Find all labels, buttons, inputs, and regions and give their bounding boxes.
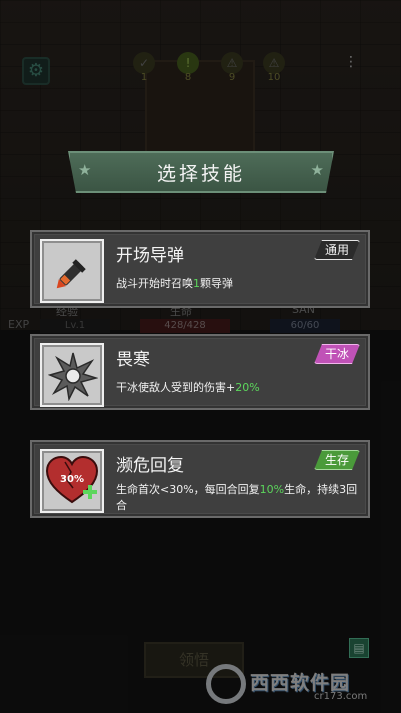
skill-card-recovery[interactable]: 30% 濒危回复 生存 生命首次<30%，每回合回复10%生命，持续3回合 bbox=[30, 440, 370, 518]
heart-badge: 30% bbox=[60, 474, 84, 485]
skill-name: 畏寒 bbox=[116, 350, 150, 370]
skill-name: 开场导弹 bbox=[116, 246, 184, 266]
skill-description: 战斗开始时召唤1颗导弹 bbox=[116, 277, 233, 290]
spiked-ice-icon bbox=[40, 343, 104, 407]
skill-description: 生命首次<30%，每回合回复10%生命，持续3回合 bbox=[116, 483, 358, 512]
skill-tag: 通用 bbox=[314, 240, 360, 260]
skill-card-cold[interactable]: 畏寒 干冰 干冰使敌人受到的伤害+20% bbox=[30, 334, 370, 410]
modal-title: 选择技能 bbox=[156, 163, 245, 185]
skill-tag: 生存 bbox=[314, 450, 360, 470]
modal-title-banner: ★ 选择技能 ★ bbox=[68, 151, 334, 193]
star-icon: ★ bbox=[310, 161, 324, 179]
missile-icon bbox=[40, 239, 104, 303]
skill-description: 干冰使敌人受到的伤害+20% bbox=[116, 381, 260, 394]
heart-icon: 30% bbox=[40, 449, 104, 513]
skill-tag: 干冰 bbox=[314, 344, 360, 364]
skill-card-missile[interactable]: 开场导弹 通用 战斗开始时召唤1颗导弹 bbox=[30, 230, 370, 308]
skill-name: 濒危回复 bbox=[116, 456, 184, 476]
